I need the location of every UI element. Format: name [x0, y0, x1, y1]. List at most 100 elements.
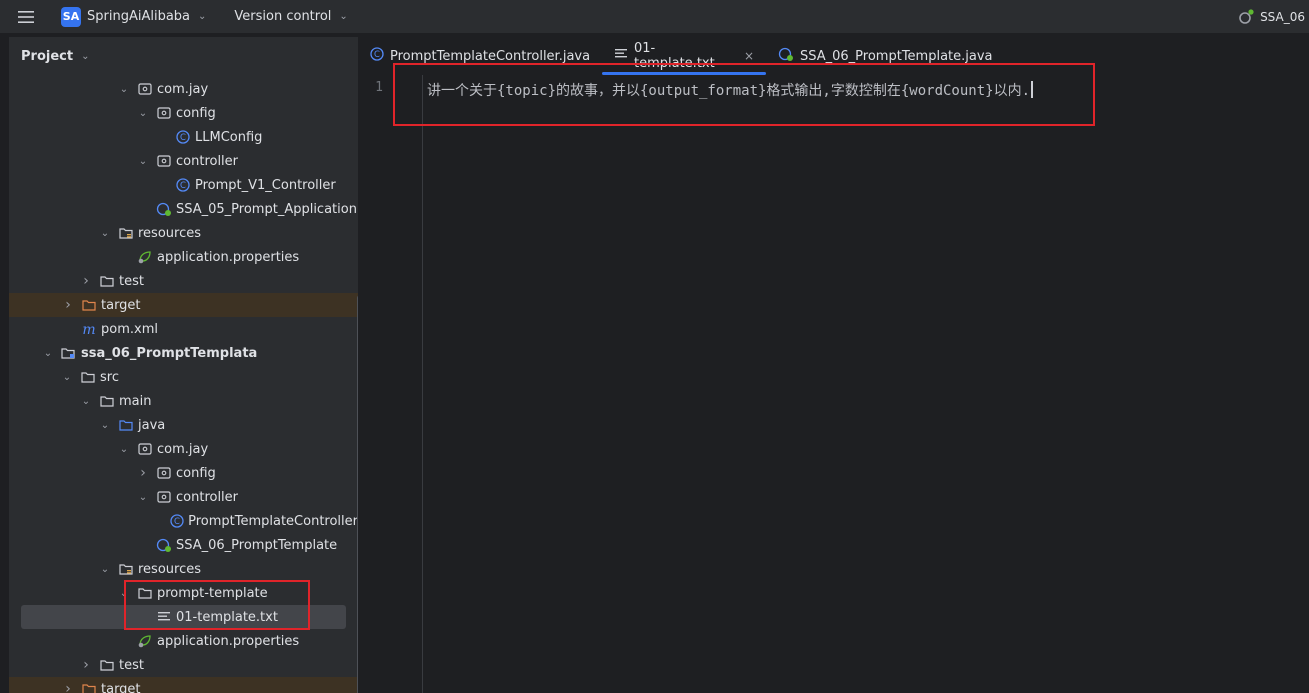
version-control-menu[interactable]: Version control ⌄	[234, 9, 347, 24]
tree-item[interactable]: ⌄ main	[9, 389, 358, 413]
tree-item[interactable]: application.properties	[9, 245, 358, 269]
chevron-right-icon[interactable]: ›	[61, 297, 75, 313]
tree-item-label: SSA_05_Prompt_Application	[176, 201, 357, 217]
project-tool-window: Project ⌄ ⌄ com.jay ⌄ config C LLMConfig ⌄ cont…	[9, 37, 358, 693]
tree-item[interactable]: SSA_06_PromptTemplate	[9, 533, 358, 557]
svg-text:C: C	[180, 181, 186, 191]
chevron-down-icon: ⌄	[198, 11, 207, 22]
properties-icon	[137, 633, 153, 649]
text-file-icon	[614, 47, 628, 65]
chevron-down-icon[interactable]: ⌄	[98, 420, 112, 431]
tab-label: 01-template.txt	[634, 41, 715, 71]
tree-item[interactable]: › config	[9, 461, 358, 485]
tree-item-label: com.jay	[157, 81, 209, 97]
tab-label: PromptTemplateController.java	[390, 48, 591, 64]
tree-item[interactable]: SSA_05_Prompt_Application	[9, 197, 358, 221]
class-icon: C	[370, 47, 384, 65]
module-icon	[61, 345, 77, 361]
tree-item-label: java	[138, 417, 166, 433]
class-icon: C	[170, 513, 184, 529]
chevron-down-icon[interactable]: ⌄	[136, 108, 150, 119]
package-icon	[156, 105, 172, 121]
svg-text:m: m	[82, 322, 95, 337]
tree-item[interactable]: C PromptTemplateController	[9, 509, 358, 533]
tab-prompt-template-controller[interactable]: C PromptTemplateController.java	[358, 37, 590, 75]
tree-item[interactable]: ⌄ src	[9, 365, 358, 389]
title-bar: SA SpringAiAlibaba ⌄ Version control ⌄ S…	[0, 0, 1309, 33]
chevron-down-icon[interactable]: ⌄	[98, 228, 112, 239]
tree-item[interactable]: ⌄ com.jay	[9, 437, 358, 461]
package-icon	[137, 441, 153, 457]
main-menu-button[interactable]	[0, 0, 52, 33]
tree-item[interactable]: m pom.xml	[9, 317, 358, 341]
properties-icon	[137, 249, 153, 265]
editor-text-line[interactable]: 讲一个关于{topic}的故事，并以{output_format}格式输出,字数…	[427, 80, 1034, 100]
spring-app-icon	[156, 537, 172, 553]
chevron-right-icon[interactable]: ›	[79, 657, 93, 673]
svg-text:C: C	[174, 517, 180, 527]
tree-item[interactable]: ⌄ ssa_06_PromptTemplata	[9, 341, 358, 365]
chevron-down-icon[interactable]: ⌄	[41, 348, 55, 359]
tree-item[interactable]: ⌄ config	[9, 101, 358, 125]
project-switcher[interactable]: SA SpringAiAlibaba ⌄	[52, 6, 207, 27]
tree-item-label: pom.xml	[101, 321, 158, 337]
chevron-down-icon[interactable]: ⌄	[136, 492, 150, 503]
tree-item[interactable]: ⌄ controller	[9, 149, 358, 173]
tab-ssa-06-prompt-template[interactable]: SSA_06_PromptTemplate.java	[766, 37, 993, 75]
project-badge: SA	[61, 6, 81, 27]
close-icon[interactable]: ×	[744, 49, 754, 63]
project-panel-header[interactable]: Project ⌄	[9, 37, 358, 75]
class-icon: C	[175, 129, 191, 145]
chevron-down-icon[interactable]: ⌄	[98, 564, 112, 575]
tree-item[interactable]: › target	[9, 293, 358, 317]
run-config-name: SSA_06	[1260, 9, 1305, 24]
tree-item[interactable]: C LLMConfig	[9, 125, 358, 149]
spring-run-icon	[1239, 8, 1254, 24]
tree-item[interactable]: ⌄ controller	[9, 485, 358, 509]
project-name: SpringAiAlibaba	[87, 9, 191, 24]
tree-item[interactable]: › target	[9, 677, 358, 693]
tab-01-template-txt[interactable]: 01-template.txt ×	[602, 37, 766, 75]
chevron-down-icon[interactable]: ⌄	[79, 396, 93, 407]
tree-item[interactable]: ⌄ com.jay	[9, 77, 358, 101]
resources-folder-icon	[118, 561, 134, 577]
chevron-down-icon[interactable]: ⌄	[136, 156, 150, 167]
tree-item-label: PromptTemplateController	[188, 513, 358, 529]
text-caret	[1031, 81, 1034, 98]
tree-item[interactable]: ⌄ resources	[9, 557, 358, 581]
folder-icon	[137, 585, 153, 601]
target-folder-icon	[81, 297, 97, 313]
tree-item-label: resources	[138, 225, 202, 241]
chevron-down-icon[interactable]: ⌄	[60, 372, 74, 383]
tree-item[interactable]: › test	[9, 269, 358, 293]
text-file-icon	[156, 609, 172, 625]
chevron-right-icon[interactable]: ›	[61, 681, 75, 693]
tree-item[interactable]: C Prompt_V1_Controller	[9, 173, 358, 197]
run-configuration-selector[interactable]: SSA_06	[1238, 0, 1309, 33]
chevron-right-icon[interactable]: ›	[79, 273, 93, 289]
chevron-down-icon[interactable]: ⌄	[117, 84, 131, 95]
chevron-right-icon[interactable]: ›	[136, 465, 150, 481]
version-control-label: Version control	[234, 9, 332, 24]
line-text: 讲一个关于{topic}的故事，并以{output_format}格式输出,字数…	[427, 83, 1031, 99]
chevron-down-icon[interactable]: ⌄	[117, 588, 131, 599]
tree-item-label: controller	[176, 153, 239, 169]
package-icon	[137, 81, 153, 97]
tree-item[interactable]: › test	[9, 653, 358, 677]
package-icon	[156, 465, 172, 481]
tree-item-label: prompt-template	[157, 585, 268, 601]
folder-icon	[99, 657, 115, 673]
package-icon	[156, 153, 172, 169]
tree-item-label: controller	[176, 489, 239, 505]
tree-item[interactable]: ⌄ prompt-template	[9, 581, 358, 605]
source-folder-icon	[118, 417, 134, 433]
tree-item[interactable]: ⌄ java	[9, 413, 358, 437]
chevron-down-icon[interactable]: ⌄	[117, 444, 131, 455]
tree-item-label: ssa_06_PromptTemplata	[81, 345, 258, 361]
tree-item[interactable]: application.properties	[9, 629, 358, 653]
tree-item-label: 01-template.txt	[176, 609, 278, 625]
tree-item[interactable]: 01-template.txt	[21, 605, 346, 629]
tree-item[interactable]: ⌄ resources	[9, 221, 358, 245]
tree-item-label: application.properties	[157, 249, 300, 265]
project-panel-title: Project	[21, 48, 74, 64]
